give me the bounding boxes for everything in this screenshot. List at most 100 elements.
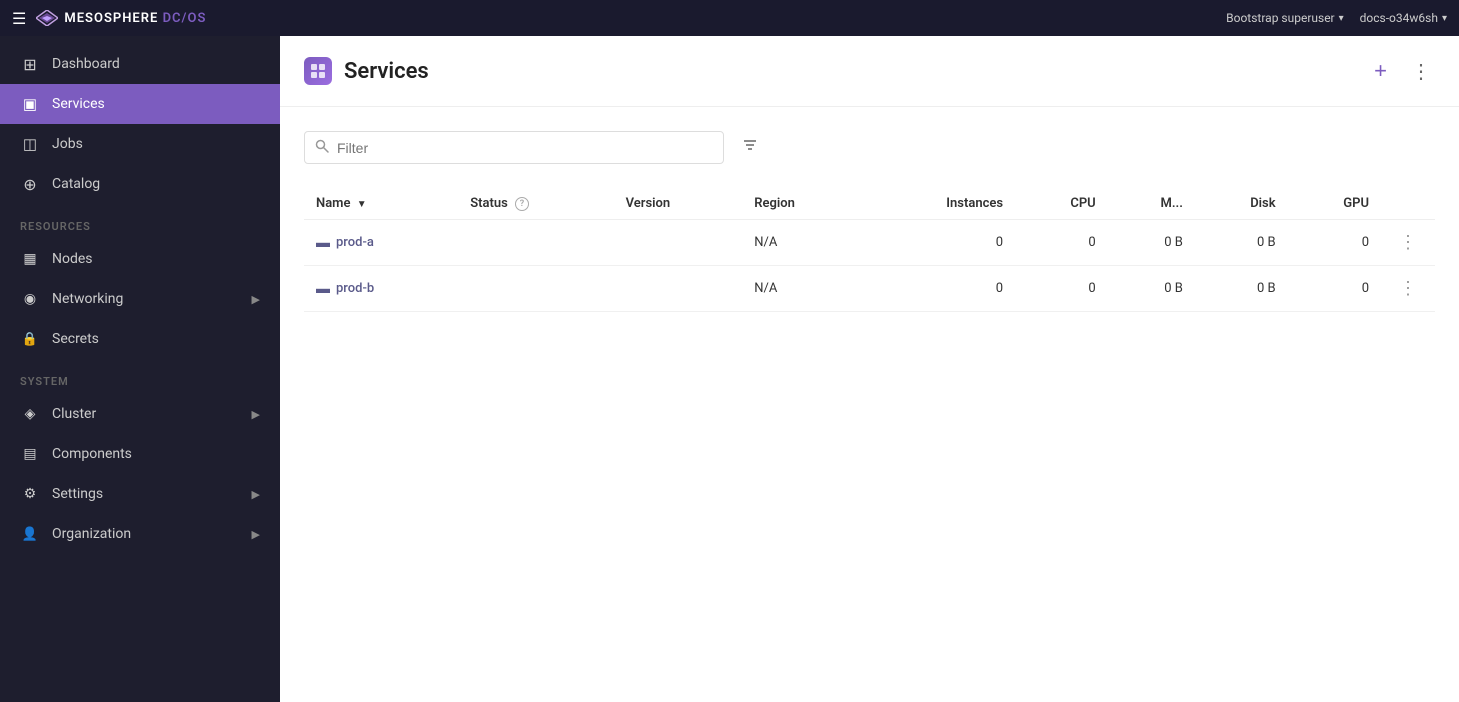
- user-menu[interactable]: Bootstrap superuser ▾: [1226, 11, 1344, 25]
- row-actions-cell[interactable]: ⋮: [1381, 220, 1435, 266]
- col-header-instances: Instances: [864, 188, 1016, 220]
- sidebar-item-organization[interactable]: Organization ▶: [0, 514, 280, 554]
- resources-section-label: Resources: [0, 204, 280, 239]
- row-status-cell: [458, 266, 613, 312]
- filter-input-wrapper[interactable]: [304, 131, 724, 164]
- jobs-icon: [20, 134, 40, 154]
- cluster-label: docs-o34w6sh: [1360, 11, 1438, 25]
- sidebar-item-settings[interactable]: Settings ▶: [0, 474, 280, 514]
- filter-input[interactable]: [337, 140, 713, 156]
- sidebar-item-cluster[interactable]: Cluster ▶: [0, 394, 280, 434]
- status-help-icon[interactable]: ?: [515, 197, 529, 211]
- cluster-dropdown-arrow: ▾: [1442, 13, 1447, 24]
- row-disk-cell: 0 B: [1195, 220, 1288, 266]
- services-table-body: ▬ prod-a N/A 0 0 0 B 0 B 0 ⋮ ▬ prod-b: [304, 220, 1435, 312]
- topnav-right: Bootstrap superuser ▾ docs-o34w6sh ▾: [1226, 11, 1447, 25]
- cluster-icon: [20, 404, 40, 424]
- app-body: Dashboard Services Jobs Catalog Resource…: [0, 36, 1459, 702]
- sidebar-item-label-cluster: Cluster: [52, 406, 96, 422]
- row-memory-cell: 0 B: [1108, 220, 1195, 266]
- row-version-cell: [614, 266, 743, 312]
- more-options-button[interactable]: ⋮: [1407, 55, 1435, 88]
- sort-icon: [742, 137, 758, 153]
- folder-icon: ▬: [316, 280, 330, 297]
- filter-sort-button[interactable]: [732, 131, 768, 164]
- row-more-button[interactable]: ⋮: [1393, 230, 1423, 255]
- sidebar-item-dashboard[interactable]: Dashboard: [0, 44, 280, 84]
- services-icon: [20, 94, 40, 114]
- sidebar-item-label-organization: Organization: [52, 526, 131, 542]
- content-area: Name ▼ Status ? Version Region Instances…: [280, 107, 1459, 702]
- row-actions-cell[interactable]: ⋮: [1381, 266, 1435, 312]
- sidebar-item-label-secrets: Secrets: [52, 331, 99, 347]
- row-cpu-cell: 0: [1015, 220, 1108, 266]
- col-header-version: Version: [614, 188, 743, 220]
- row-instances-cell: 0: [864, 266, 1016, 312]
- add-service-button[interactable]: +: [1370, 54, 1391, 88]
- secrets-icon: [20, 329, 40, 349]
- chevron-right-icon: ▶: [252, 528, 260, 541]
- system-section-label: System: [0, 359, 280, 394]
- page-header: Services + ⋮: [280, 36, 1459, 107]
- organization-icon: [20, 524, 40, 544]
- sidebar-item-networking[interactable]: Networking ▶: [0, 279, 280, 319]
- row-name-link[interactable]: prod-b: [336, 281, 374, 296]
- main-content: Services + ⋮: [280, 36, 1459, 702]
- sidebar: Dashboard Services Jobs Catalog Resource…: [0, 36, 280, 702]
- filter-bar: [304, 131, 1435, 164]
- sidebar-item-label-nodes: Nodes: [52, 251, 93, 267]
- table-header: Name ▼ Status ? Version Region Instances…: [304, 188, 1435, 220]
- row-name-cell[interactable]: ▬ prod-b: [304, 266, 458, 312]
- cluster-menu[interactable]: docs-o34w6sh ▾: [1360, 11, 1447, 25]
- sidebar-item-nodes[interactable]: Nodes: [0, 239, 280, 279]
- col-header-actions: [1381, 188, 1435, 220]
- row-status-cell: [458, 220, 613, 266]
- settings-icon: [20, 484, 40, 504]
- search-icon: [315, 138, 329, 157]
- sidebar-item-label-dashboard: Dashboard: [52, 56, 120, 72]
- col-header-name[interactable]: Name ▼: [304, 188, 458, 220]
- sidebar-item-secrets[interactable]: Secrets: [0, 319, 280, 359]
- sidebar-item-label-catalog: Catalog: [52, 176, 100, 192]
- catalog-icon: [20, 174, 40, 194]
- chevron-right-icon: ▶: [252, 408, 260, 421]
- row-more-button[interactable]: ⋮: [1393, 276, 1423, 301]
- col-header-status: Status ?: [458, 188, 613, 220]
- col-header-memory: M...: [1108, 188, 1195, 220]
- logo-icon: [36, 10, 58, 26]
- sidebar-item-components[interactable]: Components: [0, 434, 280, 474]
- col-header-disk: Disk: [1195, 188, 1288, 220]
- sidebar-item-label-components: Components: [52, 446, 132, 462]
- top-navigation: ☰ MESOSPHERE DC/OS Bootstrap superuser ▾…: [0, 0, 1459, 36]
- sidebar-item-label-settings: Settings: [52, 486, 103, 502]
- col-header-region: Region: [742, 188, 863, 220]
- row-name-link[interactable]: prod-a: [336, 235, 374, 250]
- row-version-cell: [614, 220, 743, 266]
- row-name-cell[interactable]: ▬ prod-a: [304, 220, 458, 266]
- page-header-actions: + ⋮: [1370, 54, 1435, 88]
- col-header-cpu: CPU: [1015, 188, 1108, 220]
- row-region-cell: N/A: [742, 266, 863, 312]
- sidebar-item-catalog[interactable]: Catalog: [0, 164, 280, 204]
- row-instances-cell: 0: [864, 220, 1016, 266]
- topnav-left: ☰ MESOSPHERE DC/OS: [12, 9, 206, 28]
- nodes-icon: [20, 249, 40, 269]
- networking-icon: [20, 289, 40, 309]
- sidebar-item-jobs[interactable]: Jobs: [0, 124, 280, 164]
- sidebar-item-label-services: Services: [52, 96, 105, 112]
- user-dropdown-arrow: ▾: [1339, 13, 1344, 24]
- row-gpu-cell: 0: [1288, 266, 1381, 312]
- row-cpu-cell: 0: [1015, 266, 1108, 312]
- col-header-gpu: GPU: [1288, 188, 1381, 220]
- services-table: Name ▼ Status ? Version Region Instances…: [304, 188, 1435, 312]
- table-row[interactable]: ▬ prod-a N/A 0 0 0 B 0 B 0 ⋮: [304, 220, 1435, 266]
- table-row[interactable]: ▬ prod-b N/A 0 0 0 B 0 B 0 ⋮: [304, 266, 1435, 312]
- chevron-right-icon: ▶: [252, 488, 260, 501]
- row-memory-cell: 0 B: [1108, 266, 1195, 312]
- services-page-icon: [304, 57, 332, 85]
- user-label: Bootstrap superuser: [1226, 11, 1335, 25]
- page-title: Services: [344, 59, 429, 84]
- hamburger-menu-icon[interactable]: ☰: [12, 9, 26, 28]
- sidebar-item-services[interactable]: Services: [0, 84, 280, 124]
- grid-icon: [20, 54, 40, 74]
